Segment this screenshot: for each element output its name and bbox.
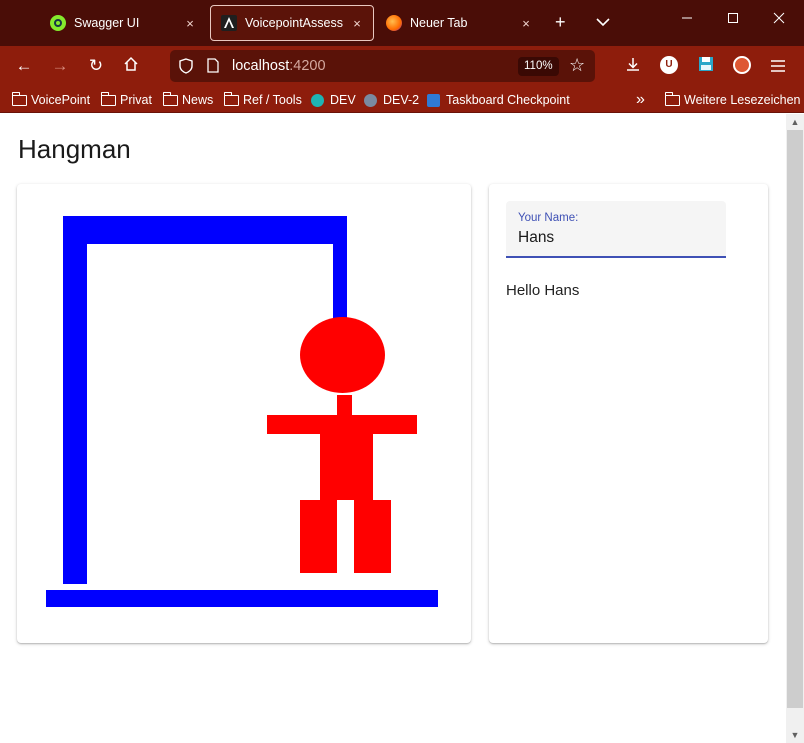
home-icon — [124, 56, 138, 71]
save-icon — [699, 57, 713, 71]
folder-icon — [100, 91, 116, 106]
figure-arms — [267, 415, 417, 434]
download-button[interactable] — [623, 56, 643, 76]
url-text[interactable]: localhost:4200 — [232, 58, 326, 74]
name-input[interactable] — [518, 229, 714, 247]
bookmark-taskboard[interactable]: Taskboard Checkpoint — [427, 91, 570, 109]
window-close-button[interactable] — [764, 11, 794, 28]
bookmark-label: VoicePoint — [31, 93, 91, 107]
tab-title: VoicepointAssessment — [245, 16, 343, 30]
bookmark-news[interactable]: News — [162, 91, 214, 109]
dev-2-icon — [364, 93, 377, 107]
maximize-button[interactable] — [718, 11, 748, 28]
dev-icon — [311, 93, 324, 107]
hamburger-icon — [771, 60, 785, 72]
tab-new-tab[interactable]: Neuer Tab × — [376, 5, 542, 41]
folder-icon — [162, 91, 178, 106]
nav-toolbar: ← → ↻ localhost:4200 110% ☆ U — [0, 46, 804, 86]
bookmark-privat[interactable]: Privat — [100, 91, 152, 109]
home-button[interactable] — [121, 56, 141, 76]
close-icon[interactable]: × — [518, 16, 534, 31]
bookmark-star-icon[interactable]: ☆ — [569, 55, 585, 76]
gallows-rope — [333, 244, 347, 324]
angular-icon — [221, 15, 237, 31]
gallows-post — [63, 216, 87, 584]
tab-bar: Swagger UI × VoicepointAssessment × Neue… — [0, 0, 804, 46]
minimize-icon — [682, 17, 692, 19]
bookmark-label: Ref / Tools — [243, 93, 302, 107]
figure-left-leg — [300, 500, 337, 573]
bookmark-other[interactable]: Weitere Lesezeichen — [664, 91, 801, 109]
firefox-icon — [386, 15, 402, 31]
scroll-up-icon[interactable]: ▲ — [786, 114, 804, 130]
figure-head — [300, 317, 385, 393]
folder-icon — [664, 91, 680, 106]
bookmark-label: DEV-2 — [383, 93, 420, 107]
name-label: Your Name: — [518, 212, 579, 224]
bookmarks-bar: VoicePoint Privat News Ref / Tools DEV D… — [0, 86, 804, 113]
scroll-down-icon[interactable]: ▼ — [786, 727, 804, 743]
page-icon[interactable] — [207, 58, 219, 78]
url-host: localhost — [232, 58, 290, 74]
azure-devops-icon — [427, 93, 440, 107]
bookmark-voicepoint[interactable]: VoicePoint — [11, 91, 91, 109]
shield-icon[interactable] — [179, 58, 193, 79]
swagger-icon — [50, 15, 66, 31]
minimize-button[interactable] — [672, 11, 702, 28]
tab-voicepoint[interactable]: VoicepointAssessment × — [210, 5, 374, 41]
chevron-down-icon — [596, 18, 610, 27]
url-port: :4200 — [289, 58, 326, 74]
download-icon — [627, 58, 639, 71]
hangman-card — [17, 184, 471, 643]
tab-title: Swagger UI — [74, 16, 140, 30]
folder-icon — [11, 91, 27, 106]
page-scrollbar[interactable]: ▲ ▼ — [786, 114, 804, 743]
list-tabs-button[interactable] — [596, 12, 610, 32]
page-title: Hangman — [18, 134, 131, 164]
zoom-indicator[interactable]: 110% — [518, 57, 559, 76]
bookmark-dev-2[interactable]: DEV-2 — [364, 91, 419, 109]
bookmark-label: DEV — [330, 93, 356, 107]
name-card: Your Name: Hello Hans — [489, 184, 768, 643]
name-field[interactable]: Your Name: — [506, 201, 726, 258]
close-icon — [773, 12, 785, 24]
figure-right-leg — [354, 500, 391, 573]
scrollbar-thumb[interactable] — [787, 130, 803, 708]
forward-button[interactable]: → — [50, 56, 70, 76]
bookmark-label: News — [182, 93, 214, 107]
gallows-beam — [87, 216, 347, 244]
menu-button[interactable] — [768, 56, 788, 76]
bookmark-label: Privat — [120, 93, 152, 107]
back-button[interactable]: ← — [14, 56, 34, 76]
maximize-icon — [728, 13, 738, 23]
page-content: Hangman Your Name: Hello Hans — [0, 114, 786, 743]
bookmark-label: Weitere Lesezeichen — [684, 93, 801, 107]
tab-title: Neuer Tab — [410, 16, 468, 30]
greeting-text: Hello Hans — [506, 282, 580, 299]
url-bar[interactable]: localhost:4200 110% ☆ — [170, 50, 595, 82]
bookmark-label: Taskboard Checkpoint — [446, 93, 570, 107]
close-icon[interactable]: × — [349, 16, 365, 31]
ublock-icon[interactable]: U — [660, 56, 678, 74]
gallows-base — [46, 590, 438, 607]
bookmark-dev[interactable]: DEV — [311, 91, 356, 109]
figure-neck — [337, 395, 352, 415]
figure-torso — [320, 434, 373, 500]
tab-swagger[interactable]: Swagger UI × — [40, 5, 206, 41]
folder-icon — [223, 91, 239, 106]
reload-button[interactable]: ↻ — [86, 56, 106, 76]
new-tab-button[interactable]: + — [555, 12, 566, 32]
bookmark-ref-tools[interactable]: Ref / Tools — [223, 91, 302, 109]
bookmarks-overflow-button[interactable]: » — [636, 91, 645, 109]
save-extension-button[interactable] — [696, 56, 716, 76]
close-icon[interactable]: × — [182, 16, 198, 31]
duckduckgo-icon[interactable] — [733, 56, 751, 74]
